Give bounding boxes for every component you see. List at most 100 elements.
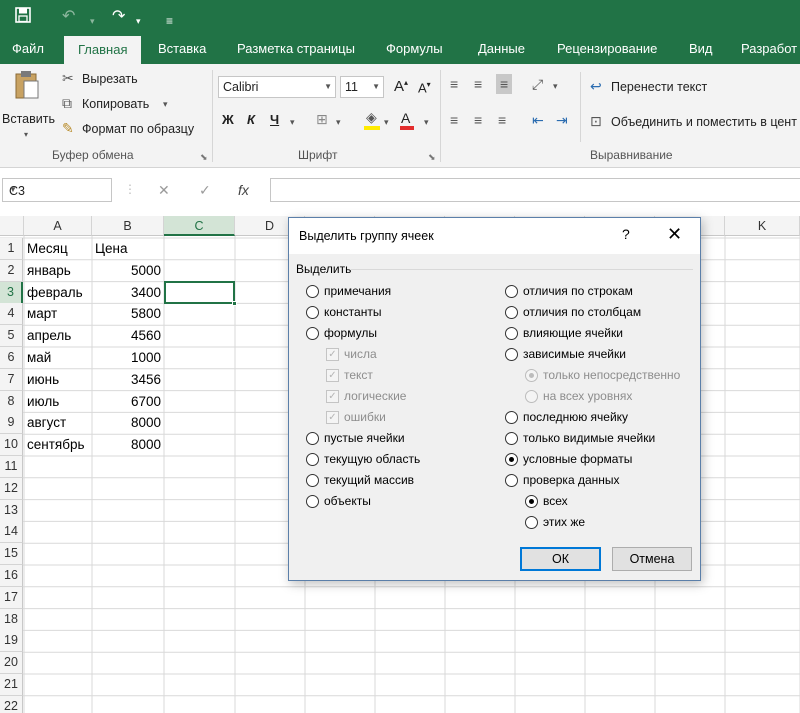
cell-a1[interactable]: Месяц (27, 238, 68, 260)
redo-dropdown-icon[interactable]: ▾ (136, 10, 141, 32)
radio-icon[interactable] (306, 327, 319, 340)
radio-icon[interactable] (505, 411, 518, 424)
radio-icon[interactable] (525, 516, 538, 529)
radio-icon[interactable] (306, 432, 319, 445)
column-header-k[interactable]: K (725, 216, 800, 236)
ok-button[interactable]: ОК (520, 547, 601, 571)
cell-a2[interactable]: январь (27, 260, 71, 282)
decrease-indent-icon[interactable]: ⇤ (532, 112, 544, 128)
row-header-12[interactable]: 12 (0, 477, 23, 500)
align-right-icon[interactable]: ≡ (498, 112, 506, 128)
radio-icon[interactable] (505, 285, 518, 298)
row-header-9[interactable]: 9 (0, 412, 23, 435)
row-header-22[interactable]: 22 (0, 695, 23, 713)
cell-b8[interactable]: 6700 (92, 391, 161, 413)
row-header-15[interactable]: 15 (0, 543, 23, 566)
column-header-b[interactable]: B (92, 216, 164, 236)
fill-dropdown-icon[interactable]: ▾ (384, 114, 389, 130)
splitter-icon[interactable]: ⋮ (124, 182, 136, 196)
cell-a5[interactable]: апрель (27, 325, 71, 347)
grow-font-button[interactable]: A▴ (394, 78, 408, 95)
paste-button[interactable]: Вставить ▾ (2, 68, 55, 142)
insert-function-icon[interactable]: fx (238, 182, 249, 198)
cell-b5[interactable]: 4560 (92, 325, 161, 347)
align-bottom-icon[interactable]: ≡ (496, 74, 513, 94)
font-color-dropdown-icon[interactable]: ▾ (424, 114, 429, 130)
cell-b2[interactable]: 5000 (92, 260, 161, 282)
clipboard-launcher-icon[interactable]: ⬊ (200, 152, 208, 163)
align-top-icon[interactable]: ≡ (450, 76, 458, 92)
cell-a10[interactable]: сентябрь (27, 434, 84, 456)
undo-dropdown-icon[interactable]: ▾ (90, 10, 95, 32)
cancel-button[interactable]: Отмена (612, 547, 692, 571)
row-header-21[interactable]: 21 (0, 674, 23, 696)
tab-review[interactable]: Рецензирование (557, 34, 657, 64)
row-header-8[interactable]: 8 (0, 390, 23, 413)
radio-icon[interactable] (505, 432, 518, 445)
row-header-16[interactable]: 16 (0, 565, 23, 587)
row-header-10[interactable]: 10 (0, 434, 23, 457)
row-header-2[interactable]: 2 (0, 259, 23, 282)
shrink-font-button[interactable]: A▾ (418, 80, 431, 95)
cell-b9[interactable]: 8000 (92, 412, 161, 434)
tab-formulas[interactable]: Формулы (386, 34, 443, 64)
cell-a9[interactable]: август (27, 412, 66, 434)
font-name-select[interactable]: Calibri ▼ (218, 76, 336, 98)
radio-icon[interactable] (525, 495, 538, 508)
borders-dropdown-icon[interactable]: ▾ (336, 114, 341, 130)
row-header-5[interactable]: 5 (0, 325, 23, 348)
borders-icon[interactable]: ⊞ (316, 111, 328, 127)
radio-icon[interactable] (306, 474, 319, 487)
font-launcher-icon[interactable]: ⬊ (428, 152, 436, 163)
fill-handle[interactable] (232, 301, 237, 306)
radio-icon[interactable] (505, 327, 518, 340)
save-icon[interactable] (14, 6, 32, 31)
cell-b3[interactable]: 3400 (92, 282, 161, 304)
cancel-entry-icon[interactable]: ✕ (158, 182, 170, 199)
row-header-1[interactable]: 1 (0, 238, 23, 260)
align-middle-icon[interactable]: ≡ (474, 76, 482, 92)
name-box[interactable]: C3 ▼ (2, 178, 112, 202)
fill-color-icon[interactable]: ◈ (366, 109, 377, 125)
undo-icon[interactable]: ↶ (62, 6, 75, 28)
radio-icon[interactable] (505, 474, 518, 487)
copy-dropdown-icon[interactable]: ▾ (163, 96, 168, 112)
formula-input[interactable] (270, 178, 800, 202)
tab-developer[interactable]: Разработ (741, 34, 797, 64)
format-painter-button[interactable]: Формат по образцу (82, 122, 194, 136)
tab-page-layout[interactable]: Разметка страницы (237, 34, 355, 64)
column-header-a[interactable]: A (24, 216, 92, 236)
tab-view[interactable]: Вид (689, 34, 713, 64)
cell-b6[interactable]: 1000 (92, 347, 161, 369)
cell-b10[interactable]: 8000 (92, 434, 161, 456)
cell-b1[interactable]: Цена (95, 238, 127, 260)
tab-insert[interactable]: Вставка (158, 34, 206, 64)
cell-a6[interactable]: май (27, 347, 51, 369)
align-left-icon[interactable]: ≡ (450, 112, 458, 128)
radio-icon[interactable] (306, 285, 319, 298)
font-color-icon[interactable]: A (401, 110, 410, 126)
radio-icon[interactable] (306, 453, 319, 466)
radio-icon[interactable] (505, 453, 518, 466)
cut-button[interactable]: Вырезать (82, 72, 138, 86)
underline-dropdown-icon[interactable]: ▾ (290, 114, 295, 130)
copy-button[interactable]: Копировать (82, 97, 149, 111)
row-header-7[interactable]: 7 (0, 368, 23, 391)
tab-data[interactable]: Данные (478, 34, 525, 64)
tab-home[interactable]: Главная (64, 36, 142, 64)
row-header-14[interactable]: 14 (0, 521, 23, 544)
active-cell-selection[interactable] (164, 281, 235, 304)
increase-indent-icon[interactable]: ⇥ (556, 112, 568, 128)
cell-a4[interactable]: март (27, 303, 57, 325)
cell-a8[interactable]: июль (27, 391, 59, 413)
radio-icon[interactable] (306, 306, 319, 319)
radio-icon[interactable] (505, 348, 518, 361)
row-header-13[interactable]: 13 (0, 499, 23, 522)
row-header-11[interactable]: 11 (0, 456, 23, 478)
cell-a7[interactable]: июнь (27, 369, 59, 391)
row-header-4[interactable]: 4 (0, 303, 23, 326)
row-header-3[interactable]: 3 (0, 281, 23, 304)
row-header-20[interactable]: 20 (0, 652, 23, 675)
radio-icon[interactable] (505, 306, 518, 319)
font-size-select[interactable]: 11 ▼ (340, 76, 384, 98)
